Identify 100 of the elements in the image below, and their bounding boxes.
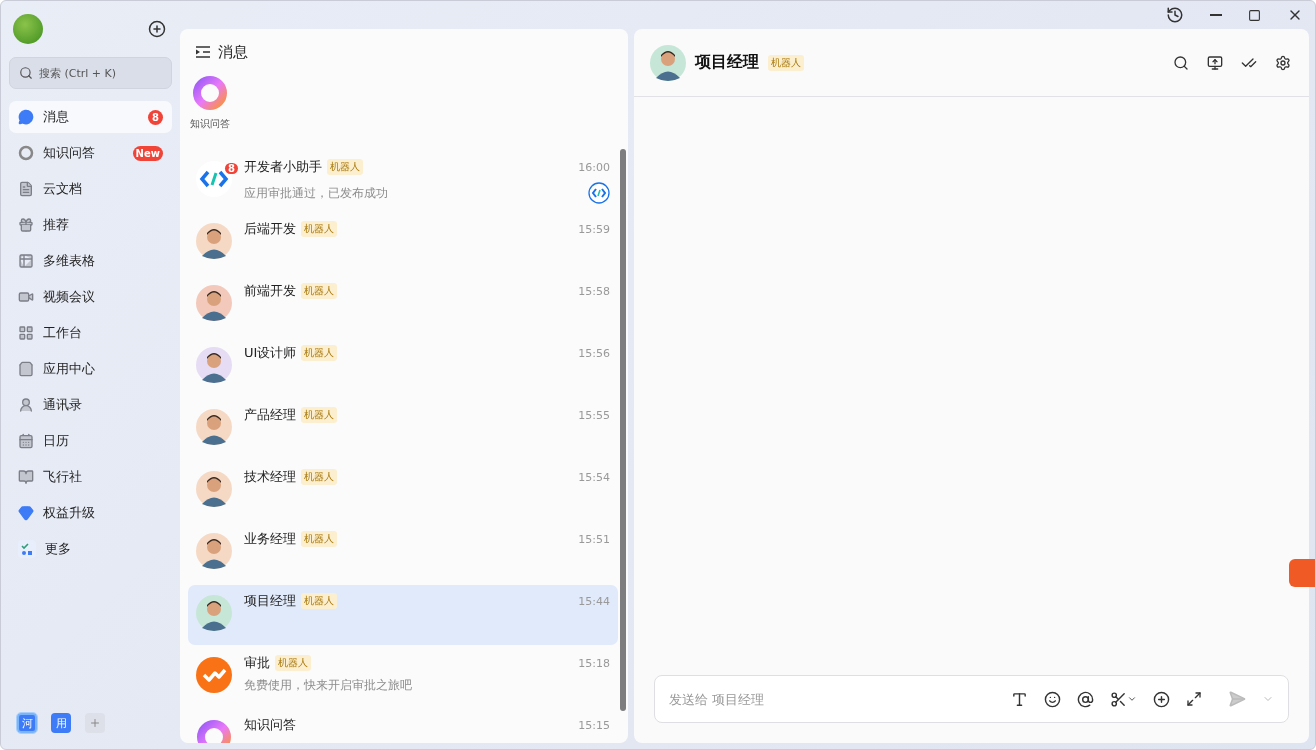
avatar-figure-icon bbox=[650, 44, 686, 81]
chat-name: 后端开发 bbox=[244, 220, 296, 238]
sidebar-label: 飞行社 bbox=[43, 468, 83, 486]
chat-name: 知识问答 bbox=[244, 716, 296, 734]
sidebar-label: 云文档 bbox=[43, 180, 83, 198]
chat-name: 技术经理 bbox=[244, 468, 296, 486]
bot-tag: 机器人 bbox=[301, 221, 337, 237]
sidebar-label: 权益升级 bbox=[43, 504, 96, 522]
chat-row[interactable]: 后端开发 机器人 15:59 bbox=[188, 213, 618, 273]
chat-time: 15:44 bbox=[578, 594, 610, 608]
chat-row[interactable]: UI设计师 机器人 15:56 bbox=[188, 337, 618, 397]
sidebar-item[interactable]: 推荐 bbox=[9, 209, 172, 241]
sidebar-label: 更多 bbox=[45, 540, 72, 558]
chat-time: 15:51 bbox=[578, 532, 610, 546]
sidebar-label: 消息 bbox=[43, 108, 70, 126]
chat-preview: 应用审批通过，已发布成功 bbox=[244, 185, 388, 201]
chat-time: 15:59 bbox=[578, 222, 610, 236]
chat-title: 项目经理 bbox=[695, 52, 759, 73]
code-status-icon bbox=[588, 182, 610, 204]
sidebar-label: 视频会议 bbox=[43, 288, 96, 306]
chat-row[interactable]: 业务经理 机器人 15:51 bbox=[188, 523, 618, 583]
chat-row[interactable]: 产品经理 机器人 15:55 bbox=[188, 399, 618, 459]
expand-button[interactable] bbox=[1184, 689, 1204, 709]
pinned-label[interactable]: 知识问答 bbox=[190, 117, 230, 131]
chat-row[interactable]: 8 开发者小助手 机器人 16:00 应用审批通过，已发布成功 bbox=[188, 151, 618, 211]
calendar-icon bbox=[18, 433, 34, 449]
sidebar-item[interactable]: 消息 8 bbox=[9, 101, 172, 133]
chat-name: 项目经理 bbox=[244, 592, 296, 610]
sidebar-label: 知识问答 bbox=[43, 144, 96, 162]
chat-time: 15:15 bbox=[578, 718, 610, 732]
count-badge: 8 bbox=[148, 109, 163, 125]
chat-row[interactable]: 审批 机器人 15:18 免费使用，快来开启审批之旅吧 bbox=[188, 647, 618, 707]
gift-icon bbox=[18, 217, 34, 233]
sidebar-item[interactable]: 知识问答 New bbox=[9, 137, 172, 169]
chat-row[interactable]: 技术经理 机器人 15:54 bbox=[188, 461, 618, 521]
chat-time: 15:54 bbox=[578, 470, 610, 484]
sidebar-item[interactable]: 权益升级 bbox=[9, 497, 172, 529]
sidebar-label: 通讯录 bbox=[43, 396, 83, 414]
history-icon bbox=[1166, 6, 1184, 24]
count-badge: New bbox=[132, 145, 163, 161]
sidebar-item[interactable]: 视频会议 bbox=[9, 281, 172, 313]
apps-icon bbox=[18, 540, 36, 558]
scissors-icon bbox=[1110, 690, 1127, 708]
chat-time: 15:55 bbox=[578, 408, 610, 422]
bot-tag: 机器人 bbox=[768, 54, 804, 71]
search-field[interactable]: 搜索 (Ctrl + K) bbox=[9, 57, 172, 89]
table-icon bbox=[18, 253, 34, 269]
chat-time: 16:00 bbox=[578, 160, 610, 174]
chat-name: 开发者小助手 bbox=[244, 158, 322, 176]
user-avatar[interactable] bbox=[13, 14, 43, 44]
chat-name: 业务经理 bbox=[244, 530, 296, 548]
chat-time: 15:18 bbox=[578, 656, 610, 670]
message-input[interactable]: 发送给 项目经理 bbox=[667, 690, 997, 708]
workspace-button[interactable]: 用 bbox=[51, 713, 71, 733]
book-icon bbox=[18, 469, 34, 485]
bot-tag: 机器人 bbox=[301, 345, 338, 361]
bot-tag: 机器人 bbox=[301, 469, 337, 485]
scrollbar[interactable] bbox=[620, 149, 626, 711]
sidebar-item[interactable]: 工作台 bbox=[9, 317, 172, 349]
unread-badge: 8 bbox=[225, 163, 238, 174]
add-button[interactable] bbox=[146, 18, 168, 40]
ring-logo-icon bbox=[192, 75, 228, 111]
sidebar-label: 多维表格 bbox=[43, 252, 96, 270]
sidebar-item[interactable]: 飞行社 bbox=[9, 461, 172, 493]
sidebar-item[interactable]: 日历 bbox=[9, 425, 172, 457]
plus-icon bbox=[89, 717, 101, 729]
chat-name: UI设计师 bbox=[244, 344, 297, 362]
video-icon bbox=[18, 289, 34, 305]
bot-tag: 机器人 bbox=[301, 407, 337, 423]
sidebar-item[interactable]: 多维表格 bbox=[9, 245, 172, 277]
sidebar-item[interactable]: 云文档 bbox=[9, 173, 172, 205]
chat-row[interactable]: 知识问答 15:15 bbox=[188, 709, 618, 743]
sidebar-item[interactable]: 更多 bbox=[9, 533, 172, 565]
approval-logo-icon bbox=[196, 657, 232, 693]
bot-tag: 机器人 bbox=[301, 531, 337, 547]
chat-time: 15:56 bbox=[578, 346, 610, 360]
sidebar-item[interactable]: 应用中心 bbox=[9, 353, 172, 385]
list-title: 消息 bbox=[218, 42, 248, 62]
maximize-icon bbox=[1248, 8, 1261, 22]
contacts-icon bbox=[18, 397, 34, 413]
chat-row[interactable]: 前端开发 机器人 15:58 bbox=[188, 275, 618, 335]
chat-row[interactable]: 项目经理 机器人 15:44 bbox=[188, 585, 618, 645]
chat-name: 前端开发 bbox=[244, 282, 296, 300]
chat-bubble-icon bbox=[18, 109, 34, 125]
doc-icon bbox=[18, 181, 34, 197]
bot-tag: 机器人 bbox=[301, 283, 337, 299]
chat-time: 15:58 bbox=[578, 284, 610, 298]
search-icon bbox=[19, 66, 33, 80]
sidebar-label: 应用中心 bbox=[43, 360, 96, 378]
collapse-icon[interactable] bbox=[196, 46, 210, 58]
chat-name: 审批 bbox=[244, 654, 270, 672]
workspace-button[interactable]: 河 bbox=[17, 713, 37, 733]
bot-tag: 机器人 bbox=[327, 159, 363, 175]
bot-tag: 机器人 bbox=[301, 593, 337, 609]
grid-icon bbox=[18, 325, 34, 341]
chat-name: 产品经理 bbox=[244, 406, 296, 424]
sidebar-label: 工作台 bbox=[43, 324, 83, 342]
sidebar-item[interactable]: 通讯录 bbox=[9, 389, 172, 421]
sidebar-label: 推荐 bbox=[43, 216, 70, 234]
bot-tag: 机器人 bbox=[275, 655, 311, 671]
